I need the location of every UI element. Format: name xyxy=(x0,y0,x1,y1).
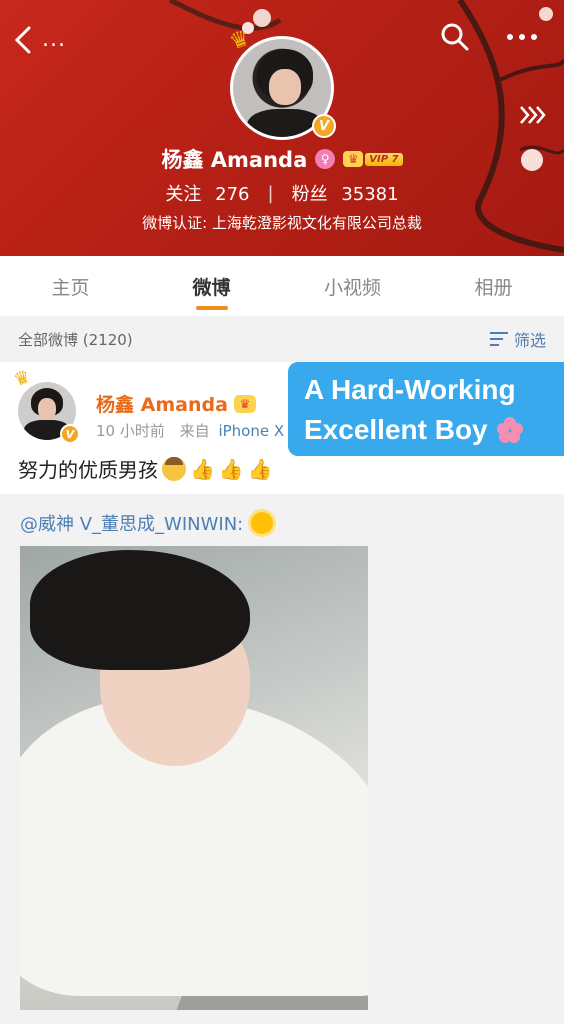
fans-label: 粉丝 xyxy=(291,184,328,205)
verified-v-icon: V xyxy=(312,114,336,138)
fans-link[interactable]: 粉丝 35381 xyxy=(292,180,399,206)
filter-icon xyxy=(489,332,508,346)
search-icon xyxy=(441,23,469,51)
tab-short-video[interactable]: 小视频 xyxy=(282,256,423,316)
following-count: 276 xyxy=(215,184,250,205)
chevron-left-icon xyxy=(14,26,31,54)
caption-line-1: A Hard-Working xyxy=(304,374,516,405)
tab-home[interactable]: 主页 xyxy=(0,256,141,316)
boy-emoji-icon xyxy=(162,456,186,481)
post-meta: 10 小时前 来自 iPhone X xyxy=(96,420,284,441)
fans-count: 35381 xyxy=(341,184,399,205)
back-button[interactable]: ... xyxy=(14,20,84,60)
all-weibo-count: 全部微博 (2120) xyxy=(18,330,133,349)
tab-album[interactable]: 相册 xyxy=(423,256,564,316)
profile-banner: ... ♛ V 杨鑫 Amanda ♀ ♛ VIP 7 关注 276 | 粉丝 … xyxy=(0,0,564,256)
mention-link[interactable]: @威神 V_董思成_WINWIN: xyxy=(20,510,243,536)
repost-content[interactable]: @威神 V_董思成_WINWIN: xyxy=(0,494,564,1024)
following-link[interactable]: 关注 276 xyxy=(165,180,249,206)
stats-separator: | xyxy=(267,182,274,204)
post-author-avatar[interactable]: ♛ V xyxy=(11,366,80,444)
translation-caption: A Hard-Working Excellent Boy xyxy=(288,362,564,456)
post-body-text: 努力的优质男孩 xyxy=(18,458,158,482)
follow-stats: 关注 276 | 粉丝 35381 xyxy=(0,180,564,206)
filter-bar: 全部微博 (2120) 筛选 xyxy=(0,316,564,362)
thumbs-up-icon: 👍 xyxy=(247,456,273,481)
verified-v-icon: V xyxy=(60,424,80,444)
profile-name-row: 杨鑫 Amanda ♀ ♛ VIP 7 xyxy=(0,144,564,174)
profile-tabs: 主页 微博 小视频 相册 xyxy=(0,256,564,316)
vip-crown-icon: ♛ xyxy=(343,151,364,167)
profile-name: 杨鑫 Amanda xyxy=(161,148,308,172)
post-author-name[interactable]: 杨鑫 Amanda xyxy=(96,390,228,417)
dot-icon xyxy=(531,34,537,40)
post-text: 努力的优质男孩 👍 👍 👍 xyxy=(18,454,273,483)
vip-badge[interactable]: ♛ VIP 7 xyxy=(343,151,403,167)
tab-weibo[interactable]: 微博 xyxy=(141,256,282,316)
caption-line-2-row: Excellent Boy xyxy=(304,410,564,450)
post-device: iPhone X xyxy=(218,422,285,440)
female-symbol-icon: ♀ xyxy=(315,149,336,169)
post-author-row: 杨鑫 Amanda ♛ xyxy=(96,390,256,417)
thumbs-up-icon: 👍 xyxy=(190,456,215,481)
post-time: 10 小时前 xyxy=(96,422,165,440)
back-dots: ... xyxy=(42,27,66,52)
triple-chevron-right-icon xyxy=(520,106,546,124)
repost-mention-row: @威神 V_董思成_WINWIN: xyxy=(20,510,274,536)
caption-line-2: Excellent Boy xyxy=(304,414,488,445)
repost-photo[interactable] xyxy=(20,546,368,1010)
filter-button[interactable]: 筛选 xyxy=(489,327,546,351)
search-button[interactable] xyxy=(440,22,474,56)
expand-right-button[interactable] xyxy=(518,104,548,130)
verification-text: 微博认证: 上海乾澄影视文化有限公司总裁 xyxy=(142,214,422,232)
sun-icon xyxy=(251,512,274,534)
following-label: 关注 xyxy=(165,184,202,205)
dot-icon xyxy=(507,34,513,40)
vip-crown-icon: ♛ xyxy=(233,394,256,413)
thumbs-up-icon: 👍 xyxy=(218,456,244,481)
cherry-blossom-icon xyxy=(497,417,524,443)
post-from-label: 来自 xyxy=(179,422,210,440)
vip-level-label: VIP 7 xyxy=(365,152,403,166)
dot-icon xyxy=(519,34,525,40)
more-options-button[interactable] xyxy=(502,20,542,54)
filter-label: 筛选 xyxy=(513,331,546,350)
profile-avatar[interactable]: ♛ V xyxy=(226,25,336,140)
